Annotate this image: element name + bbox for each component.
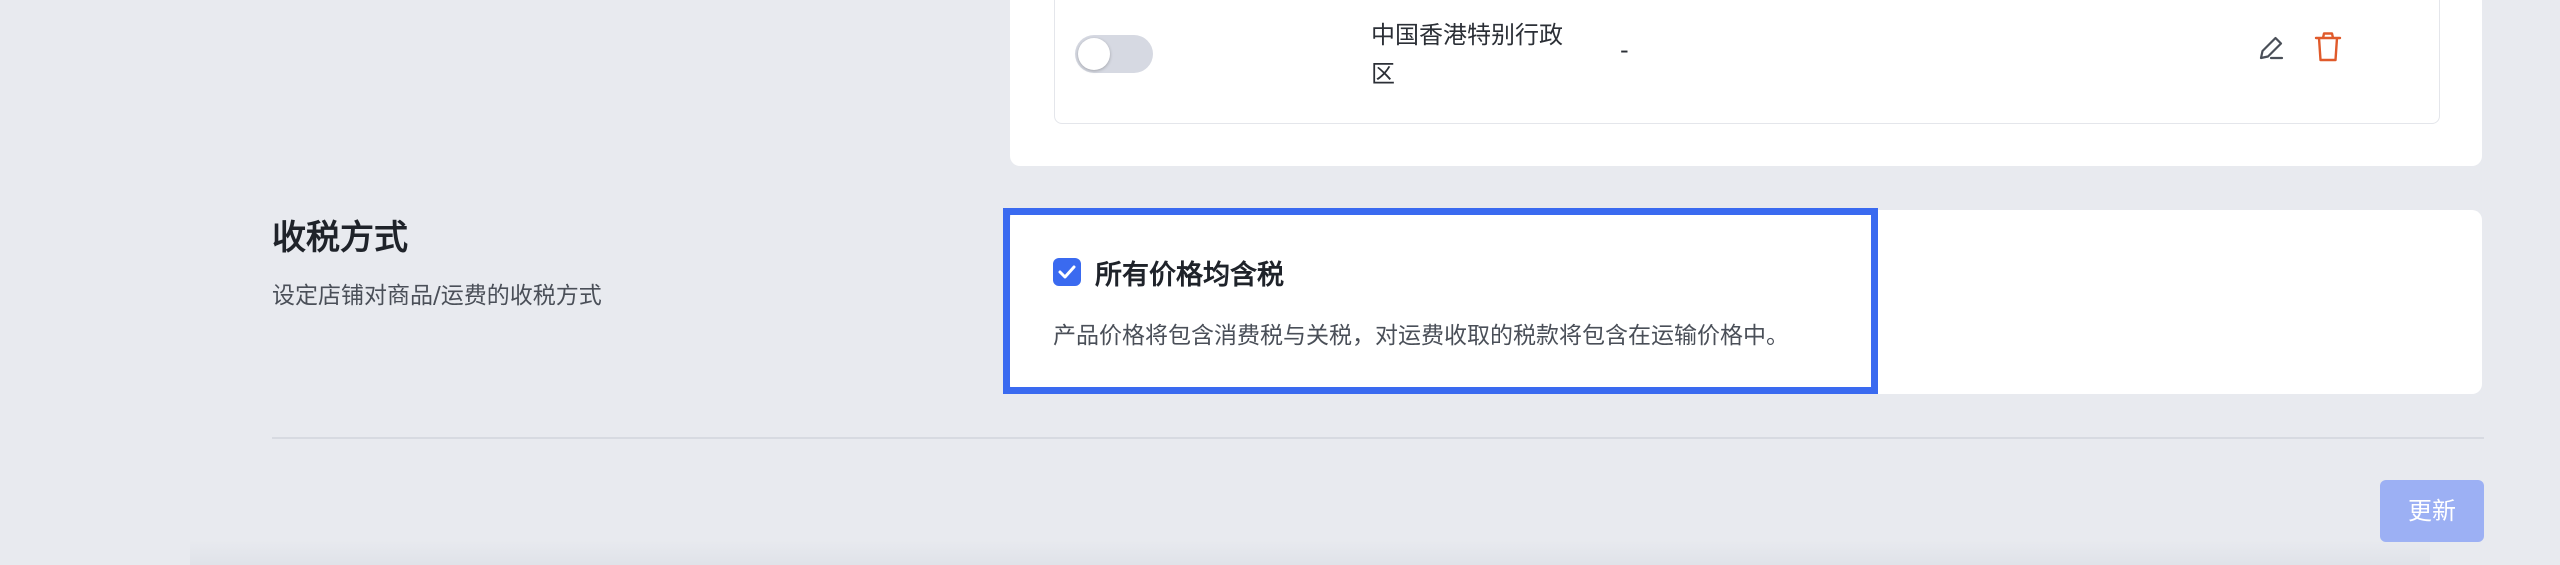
tax-inclusive-label[interactable]: 所有价格均含税 (1095, 253, 1284, 292)
checkmark-icon (1058, 265, 1076, 279)
tax-section-title: 收税方式 (272, 218, 408, 258)
region-row (1054, 0, 2440, 124)
update-button[interactable]: 更新 (2380, 480, 2484, 542)
region-value: - (1620, 36, 1629, 64)
bottom-shade (190, 540, 2430, 565)
trash-icon[interactable] (2312, 30, 2344, 64)
section-divider (272, 437, 2484, 439)
tax-inclusive-help-text: 产品价格将包含消费税与关税，对运费收取的税款将包含在运输价格中。 (1053, 323, 1789, 349)
tax-section-description: 设定店铺对商品/运费的收税方式 (272, 283, 602, 309)
region-name: 中国香港特别行政区 (1371, 21, 1563, 88)
toggle-knob (1078, 38, 1110, 70)
region-enable-toggle[interactable] (1075, 35, 1153, 73)
pencil-icon[interactable] (2255, 32, 2287, 64)
focus-highlight (1003, 208, 1878, 394)
tax-inclusive-checkbox[interactable] (1053, 258, 1081, 286)
